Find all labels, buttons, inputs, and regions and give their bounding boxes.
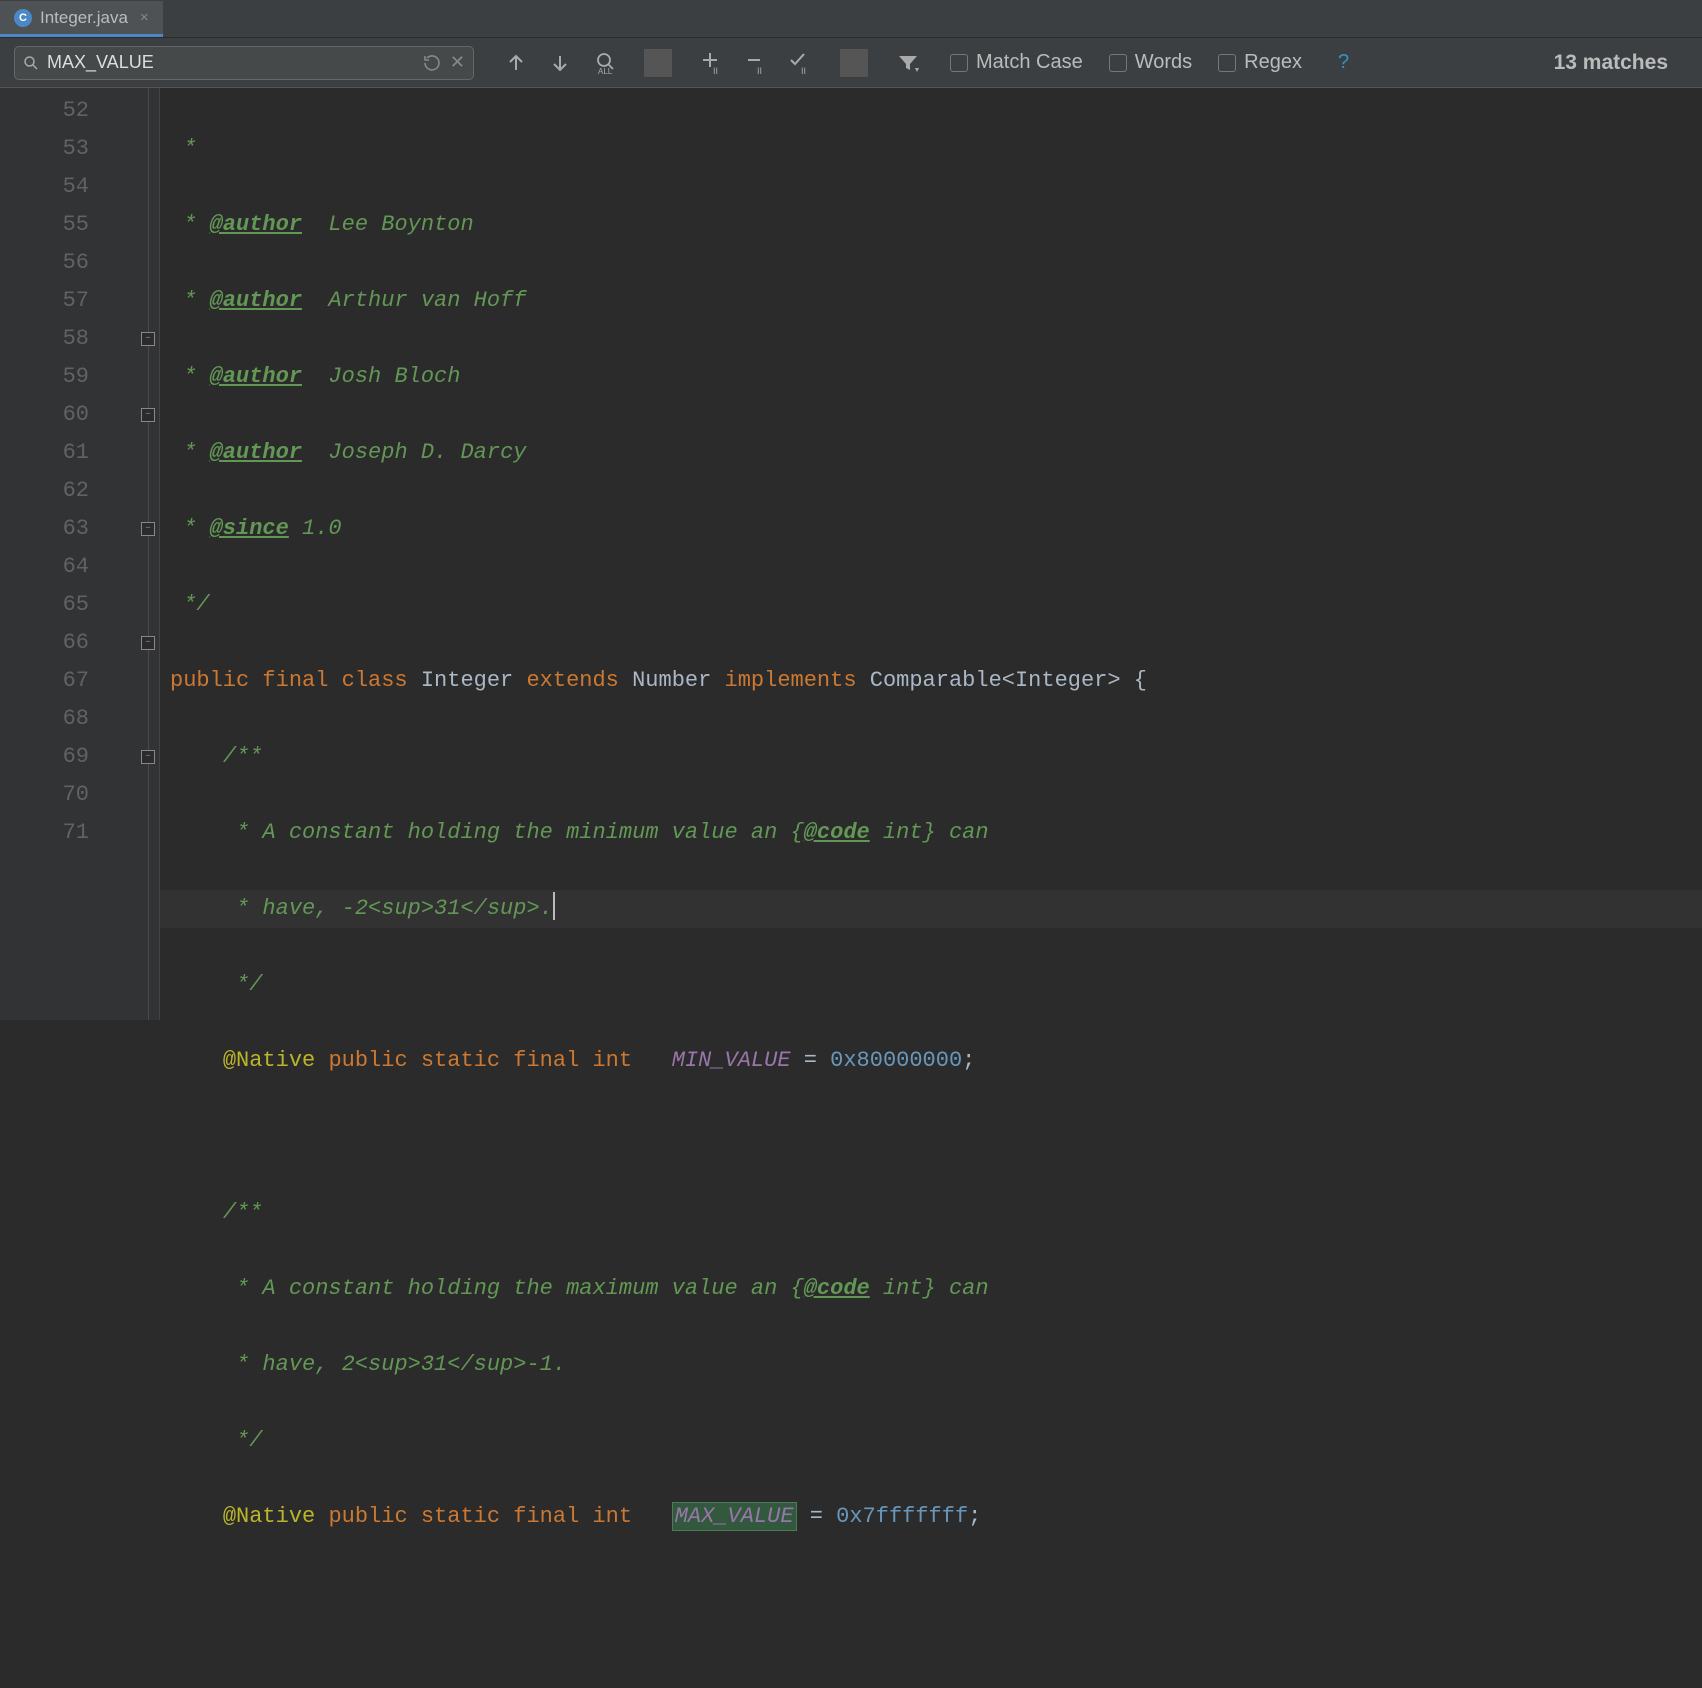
line-number: 55 xyxy=(0,206,159,244)
line-number: 66– xyxy=(0,624,159,662)
separator xyxy=(840,49,868,77)
search-icon[interactable] xyxy=(23,55,39,71)
fold-up-icon[interactable]: – xyxy=(141,332,155,346)
gutter: 52 53 54 55 56 57 58– 59 60– 61 62 63– 6… xyxy=(0,88,160,1020)
line-number: 70 xyxy=(0,776,159,814)
svg-text:II: II xyxy=(713,66,718,76)
separator xyxy=(644,49,672,77)
line-number: 65 xyxy=(0,586,159,624)
filter-icon[interactable] xyxy=(894,49,922,77)
history-icon[interactable] xyxy=(422,53,442,73)
find-input-container: ✕ xyxy=(14,46,474,80)
line-number: 68 xyxy=(0,700,159,738)
current-line: * have, -2<sup>31</sup>. xyxy=(160,890,1702,928)
find-nav-buttons: ALL II II II xyxy=(502,49,922,77)
line-number: 61 xyxy=(0,434,159,472)
remove-selection-icon[interactable]: II xyxy=(742,49,770,77)
clear-find-icon[interactable]: ✕ xyxy=(450,52,465,73)
find-bar: ✕ ALL II II II Match Case Words Regex ? … xyxy=(0,38,1702,88)
close-tab-icon[interactable]: × xyxy=(140,9,149,26)
match-count: 13 matches xyxy=(1554,51,1668,75)
tab-bar: C Integer.java × xyxy=(0,0,1702,38)
help-icon[interactable]: ? xyxy=(1338,51,1349,74)
line-number: 54 xyxy=(0,168,159,206)
fold-up-icon[interactable]: – xyxy=(141,522,155,536)
line-number: 53 xyxy=(0,130,159,168)
line-number: 63– xyxy=(0,510,159,548)
words-checkbox[interactable]: Words xyxy=(1109,51,1192,74)
regex-checkbox[interactable]: Regex xyxy=(1218,51,1302,74)
editor: 52 53 54 55 56 57 58– 59 60– 61 62 63– 6… xyxy=(0,88,1702,1020)
svg-text:ALL: ALL xyxy=(598,67,613,75)
tab-filename: Integer.java xyxy=(40,8,128,28)
text-cursor xyxy=(553,892,555,920)
class-file-icon: C xyxy=(14,9,32,27)
fold-down-icon[interactable]: – xyxy=(141,408,155,422)
fold-down-icon[interactable]: – xyxy=(141,636,155,650)
match-case-checkbox[interactable]: Match Case xyxy=(950,51,1083,74)
prev-match-icon[interactable] xyxy=(502,49,530,77)
search-match-highlight: MAX_VALUE xyxy=(672,1502,797,1531)
code-area[interactable]: * * @author Lee Boynton * @author Arthur… xyxy=(160,88,1702,1020)
line-number: 52 xyxy=(0,92,159,130)
add-selection-icon[interactable]: II xyxy=(698,49,726,77)
line-number: 67 xyxy=(0,662,159,700)
find-input[interactable] xyxy=(47,52,414,73)
line-number: 56 xyxy=(0,244,159,282)
line-number: 69– xyxy=(0,738,159,776)
line-number: 62 xyxy=(0,472,159,510)
next-match-icon[interactable] xyxy=(546,49,574,77)
line-number: 59 xyxy=(0,358,159,396)
fold-up-icon[interactable]: – xyxy=(141,750,155,764)
select-all-icon[interactable]: ALL xyxy=(590,49,618,77)
svg-text:II: II xyxy=(757,66,762,76)
line-number: 64 xyxy=(0,548,159,586)
find-options: Match Case Words Regex ? xyxy=(950,51,1349,74)
file-tab[interactable]: C Integer.java × xyxy=(0,1,163,37)
line-number: 57 xyxy=(0,282,159,320)
svg-text:II: II xyxy=(801,66,806,76)
line-number: 58– xyxy=(0,320,159,358)
select-all-occurrences-icon[interactable]: II xyxy=(786,49,814,77)
line-number: 60– xyxy=(0,396,159,434)
line-number: 71 xyxy=(0,814,159,852)
